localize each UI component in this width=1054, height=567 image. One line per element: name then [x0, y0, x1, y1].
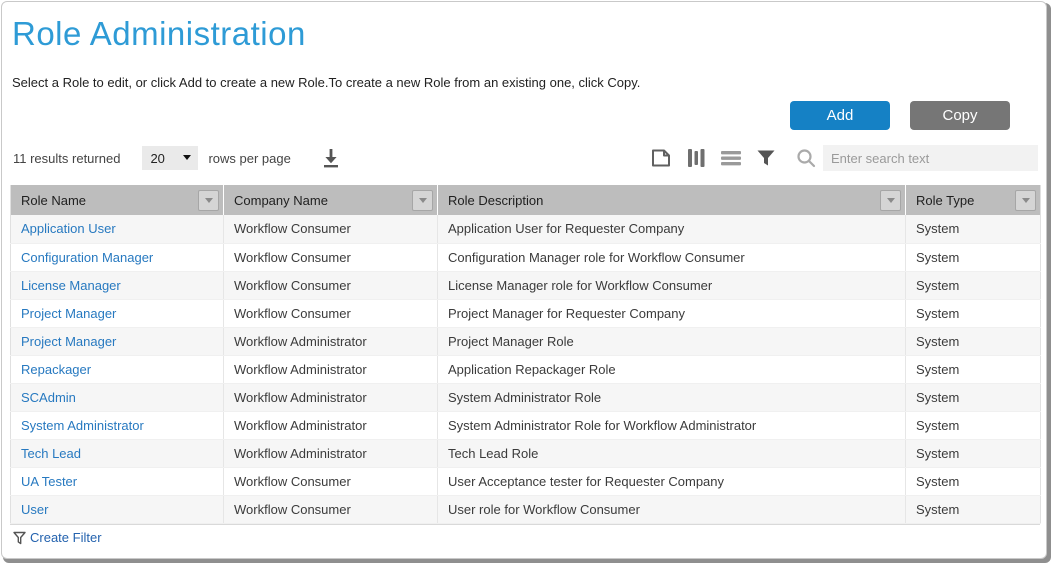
create-filter-link[interactable]: Create Filter [13, 530, 102, 545]
search-box [795, 145, 1038, 171]
grid-toolbar: 11 results returned 20 rows per page [10, 144, 1038, 172]
company-name-cell: Workflow Consumer [224, 271, 438, 299]
export-page-icon[interactable] [649, 147, 673, 169]
company-name-cell: Workflow Administrator [224, 383, 438, 411]
role-name-link[interactable]: Project Manager [21, 334, 116, 349]
column-filter-dropdown-icon[interactable] [198, 190, 219, 211]
role-description-cell: Tech Lead Role [438, 439, 906, 467]
role-description-cell: Project Manager for Requester Company [438, 299, 906, 327]
role-description-cell: System Administrator Role for Workflow A… [438, 411, 906, 439]
column-filter-dropdown-icon[interactable] [412, 190, 433, 211]
results-count-text: 11 results returned [13, 151, 120, 166]
role-type-cell: System [906, 215, 1041, 243]
company-name-cell: Workflow Consumer [224, 299, 438, 327]
role-type-cell: System [906, 271, 1041, 299]
grid-view-tools [649, 145, 1038, 171]
role-type-cell: System [906, 411, 1041, 439]
add-button[interactable]: Add [790, 101, 890, 130]
role-name-link[interactable]: SCAdmin [21, 390, 76, 405]
company-name-cell: Workflow Consumer [224, 467, 438, 495]
table-row: Application User Workflow Consumer Appli… [11, 215, 1041, 243]
page-title: Role Administration [12, 15, 1046, 53]
role-description-cell: License Manager role for Workflow Consum… [438, 271, 906, 299]
column-header-role-name[interactable]: Role Name [11, 185, 224, 215]
role-name-link[interactable]: UA Tester [21, 474, 77, 489]
role-name-link[interactable]: System Administrator [21, 418, 144, 433]
company-name-cell: Workflow Administrator [224, 355, 438, 383]
column-filter-dropdown-icon[interactable] [880, 190, 901, 211]
rows-per-page-select-wrap: 20 [142, 146, 198, 170]
table-row: License Manager Workflow Consumer Licens… [11, 271, 1041, 299]
action-buttons: Add Copy [2, 101, 1010, 130]
company-name-cell: Workflow Administrator [224, 411, 438, 439]
create-filter-funnel-icon [13, 531, 26, 545]
role-name-link[interactable]: Tech Lead [21, 446, 81, 461]
table-row: SCAdmin Workflow Administrator System Ad… [11, 383, 1041, 411]
company-name-cell: Workflow Consumer [224, 243, 438, 271]
column-filter-dropdown-icon[interactable] [1015, 190, 1036, 211]
role-description-cell: User role for Workflow Consumer [438, 495, 906, 523]
role-type-cell: System [906, 355, 1041, 383]
role-description-cell: Application User for Requester Company [438, 215, 906, 243]
table-row: Project Manager Workflow Consumer Projec… [11, 299, 1041, 327]
company-name-cell: Workflow Administrator [224, 439, 438, 467]
columns-icon[interactable] [685, 147, 707, 169]
column-header-company-name[interactable]: Company Name [224, 185, 438, 215]
company-name-cell: Workflow Administrator [224, 327, 438, 355]
role-description-cell: Configuration Manager role for Workflow … [438, 243, 906, 271]
company-name-cell: Workflow Consumer [224, 215, 438, 243]
role-type-cell: System [906, 327, 1041, 355]
table-row: Repackager Workflow Administrator Applic… [11, 355, 1041, 383]
role-administration-page: Role Administration Select a Role to edi… [1, 1, 1047, 559]
grid-header-row: Role Name Company Name Role Description … [11, 185, 1041, 215]
rows-per-page-select[interactable]: 20 [142, 146, 198, 170]
copy-button[interactable]: Copy [910, 101, 1010, 130]
role-type-cell: System [906, 383, 1041, 411]
role-name-link[interactable]: Configuration Manager [21, 250, 153, 265]
roles-grid: Role Name Company Name Role Description … [10, 185, 1038, 524]
role-description-cell: System Administrator Role [438, 383, 906, 411]
role-name-link[interactable]: License Manager [21, 278, 121, 293]
column-header-role-type[interactable]: Role Type [906, 185, 1041, 215]
company-name-cell: Workflow Consumer [224, 495, 438, 523]
download-icon[interactable] [319, 147, 343, 169]
role-description-cell: Project Manager Role [438, 327, 906, 355]
table-row: User Workflow Consumer User role for Wor… [11, 495, 1041, 523]
table-row: System Administrator Workflow Administra… [11, 411, 1041, 439]
table-row: Configuration Manager Workflow Consumer … [11, 243, 1041, 271]
role-type-cell: System [906, 243, 1041, 271]
role-name-link[interactable]: Application User [21, 221, 116, 236]
role-type-cell: System [906, 467, 1041, 495]
rows-icon[interactable] [719, 147, 743, 169]
role-description-cell: User Acceptance tester for Requester Com… [438, 467, 906, 495]
column-header-role-description[interactable]: Role Description [438, 185, 906, 215]
table-row: Project Manager Workflow Administrator P… [11, 327, 1041, 355]
role-type-cell: System [906, 439, 1041, 467]
role-name-link[interactable]: Repackager [21, 362, 91, 377]
role-type-cell: System [906, 299, 1041, 327]
page-subtitle: Select a Role to edit, or click Add to c… [12, 75, 1046, 90]
search-input[interactable] [823, 145, 1038, 171]
role-type-cell: System [906, 495, 1041, 523]
rows-per-page-label: rows per page [208, 151, 290, 166]
role-name-link[interactable]: Project Manager [21, 306, 116, 321]
table-row: UA Tester Workflow Consumer User Accepta… [11, 467, 1041, 495]
search-icon [795, 147, 817, 169]
role-name-link[interactable]: User [21, 502, 48, 517]
role-description-cell: Application Repackager Role [438, 355, 906, 383]
filter-icon[interactable] [755, 147, 777, 169]
table-row: Tech Lead Workflow Administrator Tech Le… [11, 439, 1041, 467]
grid-footer: Create Filter [10, 524, 1040, 551]
